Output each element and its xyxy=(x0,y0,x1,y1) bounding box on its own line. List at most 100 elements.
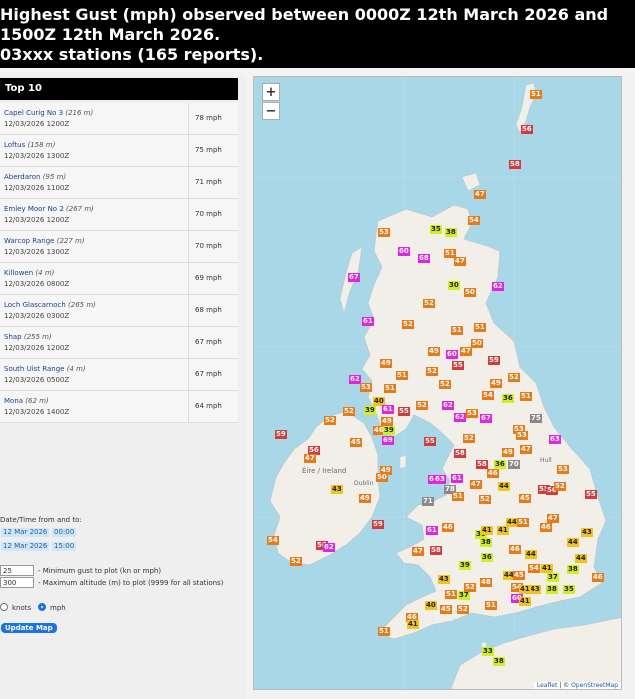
gust-marker[interactable]: 55 xyxy=(585,490,597,499)
gust-marker[interactable]: 56 xyxy=(521,125,533,134)
gust-marker[interactable]: 41 xyxy=(481,526,493,535)
gust-marker[interactable]: 38 xyxy=(480,538,492,547)
gust-marker[interactable]: 52 xyxy=(324,416,336,425)
gust-marker[interactable]: 58 xyxy=(476,460,488,469)
gust-marker[interactable]: 39 xyxy=(383,426,395,435)
gust-marker[interactable]: 53 xyxy=(516,431,528,440)
gust-marker[interactable]: 59 xyxy=(372,520,384,529)
gust-marker[interactable]: 48 xyxy=(480,578,492,587)
gust-marker[interactable]: 53 xyxy=(557,465,569,474)
gust-marker[interactable]: 51 xyxy=(530,90,542,99)
gust-marker[interactable]: 51 xyxy=(396,371,408,380)
update-map-button[interactable]: Update Map xyxy=(1,623,57,633)
gust-marker[interactable]: 51 xyxy=(520,392,532,401)
gust-marker[interactable]: 55 xyxy=(398,407,410,416)
max-altitude-input[interactable]: 300 xyxy=(0,577,34,588)
gust-marker[interactable]: 45 xyxy=(440,605,452,614)
unit-mph-radio[interactable] xyxy=(38,603,46,611)
gust-marker[interactable]: 41 xyxy=(541,564,553,573)
gust-marker[interactable]: 36 xyxy=(494,460,506,469)
station-name-link[interactable]: Killowen xyxy=(4,269,33,277)
gust-marker[interactable]: 43 xyxy=(581,528,593,537)
gust-marker[interactable]: 61 xyxy=(451,474,463,483)
gust-marker[interactable]: 71 xyxy=(422,497,434,506)
gust-marker[interactable]: 41 xyxy=(519,597,531,606)
gust-marker[interactable]: 55 xyxy=(452,361,464,370)
gust-map[interactable]: Éire / Ireland Hull Dublin 51 56 58 47 54 35 3… xyxy=(253,76,622,690)
gust-marker[interactable]: 62 xyxy=(442,401,454,410)
gust-marker[interactable]: 52 xyxy=(554,482,566,491)
gust-marker[interactable]: 33 xyxy=(482,647,494,656)
gust-marker[interactable]: 47 xyxy=(470,480,482,489)
gust-marker[interactable]: 67 xyxy=(480,414,492,423)
gust-marker[interactable]: 51 xyxy=(517,518,529,527)
gust-marker[interactable]: 51 xyxy=(474,323,486,332)
from-date-picker[interactable]: 12 Mar 2026 xyxy=(1,528,50,537)
gust-marker[interactable]: 52 xyxy=(423,299,435,308)
gust-marker[interactable]: 37 xyxy=(458,591,470,600)
gust-marker[interactable]: 58 xyxy=(509,160,521,169)
zoom-in-button[interactable]: + xyxy=(262,83,280,101)
gust-marker[interactable]: 50 xyxy=(464,288,476,297)
gust-marker[interactable]: 40 xyxy=(425,601,437,610)
gust-marker[interactable]: 39 xyxy=(364,406,376,415)
gust-marker[interactable]: 47 xyxy=(474,190,486,199)
gust-marker[interactable]: 63 xyxy=(434,475,446,484)
gust-marker[interactable]: 67 xyxy=(348,273,360,282)
station-name-link[interactable]: Emley Moor No 2 xyxy=(4,205,64,213)
gust-marker[interactable]: 62 xyxy=(349,375,361,384)
gust-marker[interactable]: 44 xyxy=(575,554,587,563)
gust-marker[interactable]: 61 xyxy=(362,317,374,326)
gust-marker[interactable]: 43 xyxy=(438,575,450,584)
gust-marker[interactable]: 49 xyxy=(428,347,440,356)
leaflet-link[interactable]: Leaflet xyxy=(537,682,557,689)
gust-marker[interactable]: 52 xyxy=(479,495,491,504)
gust-marker[interactable]: 52 xyxy=(457,605,469,614)
gust-marker[interactable]: 50 xyxy=(471,339,483,348)
gust-marker[interactable]: 59 xyxy=(488,356,500,365)
gust-marker[interactable]: 49 xyxy=(381,417,393,426)
gust-marker[interactable]: 54 xyxy=(528,564,540,573)
gust-marker[interactable]: 70 xyxy=(508,460,520,469)
gust-marker[interactable]: 43 xyxy=(331,485,343,494)
gust-marker[interactable]: 41 xyxy=(497,526,509,535)
gust-marker[interactable]: 46 xyxy=(592,573,604,582)
gust-marker[interactable]: 45 xyxy=(513,571,525,580)
station-name-link[interactable]: Mona xyxy=(4,397,23,405)
gust-marker[interactable]: 45 xyxy=(519,494,531,503)
station-name-link[interactable]: Aberdaron xyxy=(4,173,40,181)
gust-marker[interactable]: 47 xyxy=(454,257,466,266)
station-name-link[interactable]: South Uist Range xyxy=(4,365,64,373)
gust-marker[interactable]: 62 xyxy=(323,543,335,552)
to-date-picker[interactable]: 12 Mar 2026 xyxy=(1,542,50,551)
gust-marker[interactable]: 50 xyxy=(376,473,388,482)
gust-marker[interactable]: 46 xyxy=(540,523,552,532)
gust-marker[interactable]: 52 xyxy=(508,373,520,382)
gust-marker[interactable]: 52 xyxy=(402,320,414,329)
gust-marker[interactable]: 39 xyxy=(459,561,471,570)
gust-marker[interactable]: 52 xyxy=(464,583,476,592)
gust-marker[interactable]: 52 xyxy=(343,407,355,416)
gust-marker[interactable]: 52 xyxy=(416,401,428,410)
from-time-picker[interactable]: 00:00 xyxy=(52,528,77,537)
gust-marker[interactable]: 62 xyxy=(492,282,504,291)
gust-marker[interactable]: 44 xyxy=(498,482,510,491)
gust-marker[interactable]: 47 xyxy=(412,547,424,556)
gust-marker[interactable]: 51 xyxy=(452,492,464,501)
gust-marker[interactable]: 37 xyxy=(547,573,559,582)
openstreetmap-link[interactable]: OpenStreetMap xyxy=(571,682,618,689)
gust-marker[interactable]: 45 xyxy=(350,438,362,447)
gust-marker[interactable]: 52 xyxy=(290,557,302,566)
gust-marker[interactable]: 51 xyxy=(485,601,497,610)
unit-knots-radio[interactable] xyxy=(0,603,8,611)
gust-marker[interactable]: 59 xyxy=(275,430,287,439)
gust-marker[interactable]: 38 xyxy=(567,565,579,574)
gust-marker[interactable]: 47 xyxy=(304,454,316,463)
gust-marker[interactable]: 36 xyxy=(502,394,514,403)
gust-marker[interactable]: 47 xyxy=(547,514,559,523)
gust-marker[interactable]: 55 xyxy=(424,437,436,446)
gust-marker[interactable]: 49 xyxy=(380,359,392,368)
gust-marker[interactable]: 51 xyxy=(384,384,396,393)
gust-marker[interactable]: 58 xyxy=(454,449,466,458)
gust-marker[interactable]: 46 xyxy=(509,545,521,554)
